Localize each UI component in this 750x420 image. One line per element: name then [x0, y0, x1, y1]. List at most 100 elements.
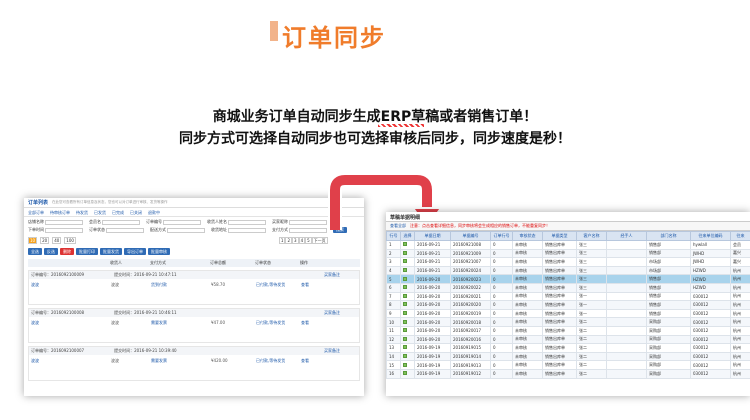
table-row[interactable]: 1 2016-09-21 20160921008 0 未审核 销售出库单 张三 销售部 hywl… — [386, 240, 750, 250]
filter-input[interactable] — [45, 227, 83, 233]
checkbox[interactable] — [403, 302, 407, 307]
table-row[interactable]: 6 2016-09-20 20160920022 0 未审核 销售出库单 张三 销售部 HZWD… — [386, 282, 750, 293]
row-select-cell[interactable] — [400, 334, 415, 345]
table-row[interactable]: 15 2016-09-19 20160919013 0 未审核 销售出库单 张二 采购部 030… — [386, 360, 750, 370]
row-select-cell[interactable] — [400, 291, 415, 302]
checkbox[interactable] — [403, 285, 407, 290]
checkbox[interactable] — [403, 242, 407, 247]
checkbox[interactable] — [403, 268, 407, 273]
checkbox[interactable] — [403, 362, 407, 367]
page-size-option[interactable]: 100 — [64, 237, 76, 244]
table-row[interactable]: 8 2016-09-20 20160920020 0 未审核 销售出库单 张一 销售部 0300… — [386, 300, 750, 310]
tab-3[interactable]: 已发货 — [94, 210, 106, 215]
checkbox[interactable] — [403, 319, 407, 324]
filter-input[interactable] — [228, 219, 266, 225]
order-item-link[interactable]: 波波 — [31, 320, 111, 339]
table-cell: HZWD — [690, 265, 731, 276]
table-row[interactable]: 12 2016-09-20 20160920016 0 未审核 销售出库单 张二 采购部 030… — [386, 334, 750, 345]
table-row[interactable]: 2 2016-09-21 20160921009 0 未审核 销售出库单 张三 销售部 JWHD… — [386, 248, 750, 259]
checkbox[interactable] — [403, 345, 407, 350]
order-view-link[interactable]: 查看 — [301, 358, 351, 377]
table-row[interactable]: 14 2016-09-19 20160919014 0 未审核 销售出库单 张二 采购部 030… — [386, 351, 750, 362]
checkbox[interactable] — [403, 371, 407, 376]
action-button[interactable]: 导出订单 — [124, 248, 146, 255]
page-link[interactable]: 3 — [292, 236, 299, 244]
filter-input[interactable] — [163, 219, 201, 225]
table-cell: 张一 — [576, 291, 607, 302]
order-view-link[interactable]: 查看 — [301, 320, 351, 339]
row-select-cell[interactable] — [400, 351, 415, 362]
buyer-remark-link[interactable]: 买家备注 — [324, 309, 340, 317]
table-cell: 2016-09-20 — [414, 317, 451, 327]
checkbox[interactable] — [403, 328, 407, 333]
checkbox[interactable] — [403, 276, 407, 281]
filter-input[interactable] — [106, 227, 144, 233]
checkbox[interactable] — [403, 311, 407, 316]
table-cell: 0 — [490, 257, 513, 267]
action-button[interactable]: 批量打印 — [76, 248, 98, 255]
tab-4[interactable]: 已完成 — [112, 210, 124, 215]
order-view-link[interactable]: 查看 — [301, 282, 351, 301]
table-cell: 张二 — [576, 360, 607, 370]
row-select-cell[interactable] — [400, 360, 415, 370]
buyer-remark-link[interactable]: 买家备注 — [324, 347, 340, 355]
action-button[interactable]: 反选 — [44, 248, 58, 255]
order-item-link[interactable]: 波波 — [31, 282, 111, 301]
table-cell: HZWD — [690, 274, 731, 284]
table-row[interactable]: 7 2016-09-20 20160920021 0 未审核 销售出库单 张一 销售部 0300… — [386, 291, 750, 302]
table-row[interactable]: 13 2016-09-19 20160919015 0 未审核 销售出库单 张二 采购部 030… — [386, 343, 750, 353]
table-cell: 未审核 — [512, 334, 543, 345]
page-link[interactable]: 5 — [305, 236, 312, 244]
action-button[interactable]: 批量审核 — [148, 248, 170, 255]
row-select-cell[interactable] — [400, 300, 415, 310]
action-button[interactable]: 全选 — [28, 248, 42, 255]
checkbox[interactable] — [403, 354, 407, 359]
tab-5[interactable]: 已关闭 — [130, 210, 142, 215]
filter-input[interactable] — [228, 227, 266, 233]
filter-input[interactable] — [102, 219, 140, 225]
row-select-cell[interactable] — [400, 248, 415, 259]
row-select-cell[interactable] — [400, 240, 415, 250]
row-select-cell[interactable] — [400, 317, 415, 327]
row-select-cell[interactable] — [400, 325, 415, 336]
action-button[interactable]: 删除 — [60, 248, 74, 255]
row-select-cell[interactable] — [400, 265, 415, 276]
row-select-cell[interactable] — [400, 343, 415, 353]
table-row[interactable]: 3 2016-09-21 20160921007 0 未审核 销售出库单 张三 市场部 JWHD… — [386, 257, 750, 267]
table-cell: 20160921007 — [450, 257, 491, 267]
table-row[interactable]: 5 2016-09-20 20160920023 0 未审核 销售出库单 张三 销售部 HZWD… — [386, 274, 750, 284]
buyer-remark-link[interactable]: 买家备注 — [324, 271, 340, 279]
filter-input[interactable] — [289, 227, 327, 233]
tab-6[interactable]: 退款中 — [148, 210, 160, 215]
table-row[interactable]: 16 2016-09-19 20160919012 0 未审核 销售出库单 张二 采购部 030… — [386, 368, 750, 379]
row-select-cell[interactable] — [400, 282, 415, 293]
page-size-option[interactable]: 20 — [40, 237, 50, 244]
table-row[interactable]: 4 2016-09-21 20160920024 0 未审核 销售出库单 张三 市场部 HZWD… — [386, 265, 750, 276]
checkbox[interactable] — [403, 336, 407, 341]
checkbox[interactable] — [403, 250, 407, 255]
table-row[interactable]: 9 2016-09-20 20160920019 0 未审核 销售出库单 张一 销售部 0300… — [386, 308, 750, 319]
table-row[interactable]: 11 2016-09-20 20160920017 0 未审核 销售出库单 张二 采购部 030… — [386, 325, 750, 336]
table-cell: 20160920019 — [450, 308, 491, 319]
order-status: 已付款,等待发货 — [256, 282, 286, 287]
order-item-link[interactable]: 波波 — [31, 358, 111, 377]
filter-input[interactable] — [167, 227, 205, 233]
page-title: 订单同步 — [282, 24, 386, 52]
page-size-option[interactable]: 40 — [52, 237, 62, 244]
row-select-cell[interactable] — [400, 368, 415, 379]
view-all-link[interactable]: 查看全部 — [390, 223, 406, 229]
filter-input[interactable] — [289, 219, 327, 225]
tab-1[interactable]: 待审核订单 — [50, 210, 70, 215]
checkbox[interactable] — [403, 293, 407, 298]
row-select-cell[interactable] — [400, 274, 415, 284]
checkbox[interactable] — [403, 259, 407, 264]
page-size-option[interactable]: 10 — [28, 237, 38, 244]
action-button[interactable]: 批量发货 — [100, 248, 122, 255]
filter-input[interactable] — [45, 219, 83, 225]
tab-2[interactable]: 待发货 — [76, 210, 88, 215]
tab-0[interactable]: 全部订单 — [28, 210, 44, 215]
table-cell — [606, 317, 647, 327]
row-select-cell[interactable] — [400, 308, 415, 319]
row-select-cell[interactable] — [400, 257, 415, 267]
table-row[interactable]: 10 2016-09-20 20160920018 0 未审核 销售出库单 张二 采购部 030… — [386, 317, 750, 327]
